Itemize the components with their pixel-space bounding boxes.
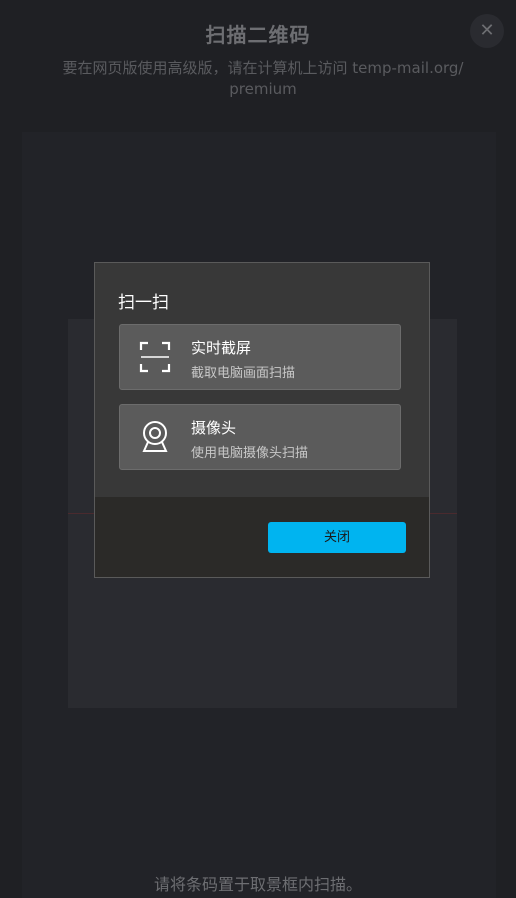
close-page-button[interactable]: ✕ — [470, 14, 504, 48]
dialog-title: 扫一扫 — [118, 293, 169, 313]
scan-dialog: 扫一扫 实时截屏 截取电脑画面扫描 摄像头 使用电脑摄像头扫描 关闭 — [94, 262, 430, 578]
close-dialog-button[interactable]: 关闭 — [268, 522, 406, 553]
option-name: 摄像头 — [191, 419, 237, 437]
option-camera[interactable]: 摄像头 使用电脑摄像头扫描 — [119, 404, 401, 470]
option-description: 截取电脑画面扫描 — [191, 366, 296, 381]
page-title: 扫描二维码 — [205, 23, 311, 47]
page-subtitle: 要在网页版使用高级版，请在计算机上访问 temp-mail.org/ premi… — [62, 59, 464, 98]
camera-icon — [142, 421, 168, 452]
screen-capture-icon — [139, 341, 171, 373]
scan-hint: 请将条码置于取景框内扫描。 — [153, 875, 362, 894]
option-screen-capture[interactable]: 实时截屏 截取电脑画面扫描 — [119, 324, 401, 390]
option-name: 实时截屏 — [191, 339, 252, 357]
close-icon: ✕ — [479, 20, 495, 41]
option-description: 使用电脑摄像头扫描 — [191, 446, 309, 461]
